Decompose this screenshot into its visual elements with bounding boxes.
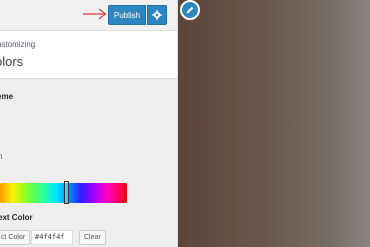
clear-color-button[interactable]: Clear bbox=[79, 230, 106, 245]
site-preview bbox=[178, 0, 370, 247]
option-label: n bbox=[0, 152, 2, 161]
gear-icon bbox=[152, 10, 162, 20]
select-color-button[interactable]: ct Color bbox=[0, 230, 31, 245]
publish-settings-button[interactable] bbox=[147, 5, 167, 25]
section-heading: ustomizing olors bbox=[0, 31, 177, 79]
customizer-header: Publish bbox=[0, 0, 177, 31]
edit-shortcut-button[interactable] bbox=[180, 0, 200, 20]
customizer-sidebar: Publish ustomizing olors eme n ext Color… bbox=[0, 0, 178, 247]
customizing-label: ustomizing bbox=[0, 40, 36, 49]
hex-color-input[interactable]: #4f4f4f bbox=[31, 230, 73, 245]
hue-slider-handle[interactable] bbox=[64, 181, 69, 204]
color-scheme-label: eme bbox=[0, 92, 14, 101]
publish-button[interactable]: Publish bbox=[108, 5, 146, 25]
arrow-right-icon bbox=[83, 8, 107, 20]
pencil-icon bbox=[186, 6, 194, 14]
section-title: olors bbox=[0, 54, 24, 69]
text-color-label: ext Color bbox=[0, 213, 33, 222]
